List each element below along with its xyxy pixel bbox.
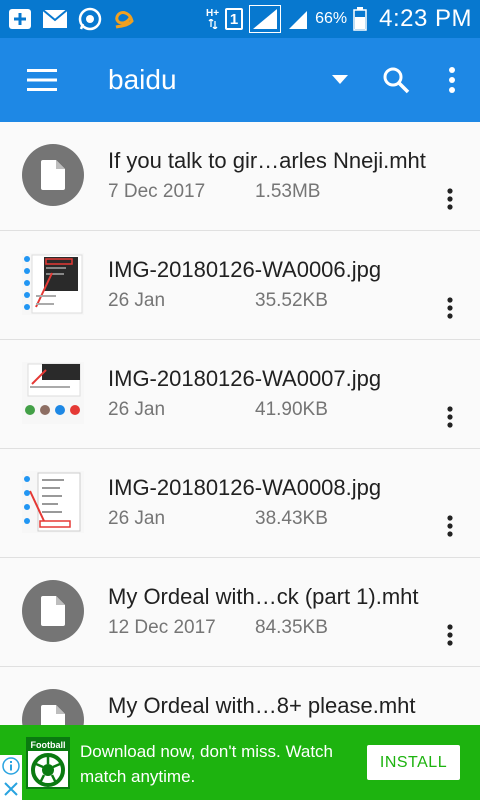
file-thumbnail	[22, 144, 84, 206]
file-row[interactable]: IMG-20180126-WA0007.jpg 26 Jan 41.90KB	[0, 340, 480, 449]
file-more-button[interactable]	[440, 624, 460, 646]
file-name: IMG-20180126-WA0007.jpg	[108, 366, 382, 391]
file-name: IMG-20180126-WA0006.jpg	[108, 257, 382, 282]
file-thumbnail	[22, 471, 84, 533]
file-meta: 7 Dec 2017 1.53MB	[108, 181, 320, 203]
file-more-button[interactable]	[440, 297, 460, 319]
file-row[interactable]: IMG-20180126-WA0006.jpg 26 Jan 35.52KB	[0, 231, 480, 340]
file-row[interactable]: IMG-20180126-WA0008.jpg 26 Jan 38.43KB	[0, 449, 480, 558]
battery-percent: 66%	[315, 10, 348, 27]
signal-strength-icon	[249, 5, 282, 33]
file-size: 41.90KB	[255, 399, 328, 420]
ad-info-button[interactable]	[0, 755, 22, 777]
image-thumbnail	[22, 253, 84, 315]
file-row[interactable]: My Ordeal with…ck (part 1).mht 12 Dec 20…	[0, 558, 480, 667]
screen: H+ 1 66% 4:23 PM baidu If you talk to gi…	[0, 0, 480, 800]
clock: 4:23 PM	[379, 5, 472, 32]
file-more-button[interactable]	[440, 188, 460, 210]
info-icon	[2, 757, 20, 775]
file-meta: 12 Dec 2017 84.35KB	[108, 617, 328, 639]
image-thumbnail	[22, 471, 84, 533]
more-vert-icon	[447, 188, 453, 210]
whatsapp-icon	[78, 7, 102, 31]
file-name: My Ordeal with…ck (part 1).mht	[108, 584, 419, 609]
file-name: IMG-20180126-WA0008.jpg	[108, 475, 382, 500]
ad-install-button[interactable]: INSTALL	[367, 745, 460, 780]
app-bar: baidu	[0, 38, 480, 122]
ad-text: Download now, don't miss. Watch match an…	[80, 742, 334, 786]
file-size: 38.43KB	[255, 508, 328, 529]
folder-dropdown-button[interactable]	[312, 38, 368, 122]
file-name: My Ordeal with…8+ please.mht	[108, 693, 416, 718]
file-name: If you talk to gir…arles Nneji.mht	[108, 148, 426, 173]
file-date: 7 Dec 2017	[108, 181, 206, 202]
more-vert-icon	[447, 624, 453, 646]
uc-browser-icon	[112, 7, 136, 31]
search-icon	[383, 67, 410, 94]
more-vert-icon	[447, 515, 453, 537]
add-notification-icon	[8, 8, 32, 30]
more-vert-icon	[449, 67, 455, 93]
file-date: 26 Jan	[108, 290, 166, 311]
document-icon	[22, 144, 84, 206]
network-type-label: H+	[206, 8, 220, 19]
network-type-icon: H+	[206, 9, 219, 29]
file-date: 26 Jan	[108, 508, 166, 529]
file-date: 12 Dec 2017	[108, 617, 216, 638]
ad-logo-label: Football	[28, 739, 68, 751]
file-more-button[interactable]	[440, 515, 460, 537]
signal-strength-2-icon	[287, 7, 309, 31]
file-size: 35.52KB	[255, 290, 328, 311]
file-thumbnail	[22, 580, 84, 642]
search-button[interactable]	[368, 38, 424, 122]
mail-icon	[42, 9, 68, 29]
battery-icon	[353, 7, 367, 31]
document-icon	[22, 580, 84, 642]
folder-title: baidu	[108, 64, 177, 95]
ad-banner[interactable]: Football Download now, don't miss. Watch…	[0, 725, 480, 800]
file-thumbnail	[22, 253, 84, 315]
close-icon	[4, 781, 18, 796]
sim-slot-badge: 1	[225, 8, 244, 30]
file-more-button[interactable]	[440, 406, 460, 428]
more-vert-icon	[447, 297, 453, 319]
ad-app-logo[interactable]: Football	[26, 737, 70, 789]
more-vert-icon	[447, 406, 453, 428]
menu-button[interactable]	[0, 38, 84, 122]
overflow-menu-button[interactable]	[424, 38, 480, 122]
file-row[interactable]: If you talk to gir…arles Nneji.mht 7 Dec…	[0, 122, 480, 231]
file-meta: 26 Jan 41.90KB	[108, 399, 328, 421]
file-size: 1.53MB	[255, 181, 321, 202]
file-date: 26 Jan	[108, 399, 166, 420]
file-thumbnail	[22, 362, 84, 424]
image-thumbnail	[22, 362, 84, 424]
dropdown-arrow-icon	[332, 75, 348, 84]
soccer-ball-icon	[31, 753, 65, 787]
file-size: 84.35KB	[255, 617, 328, 638]
file-meta: 26 Jan 35.52KB	[108, 290, 328, 312]
hamburger-menu-icon	[27, 69, 57, 91]
file-meta: 26 Jan 38.43KB	[108, 508, 328, 530]
ad-close-button[interactable]	[0, 777, 22, 800]
file-list: If you talk to gir…arles Nneji.mht 7 Dec…	[0, 122, 480, 776]
status-bar: H+ 1 66% 4:23 PM	[0, 0, 480, 38]
